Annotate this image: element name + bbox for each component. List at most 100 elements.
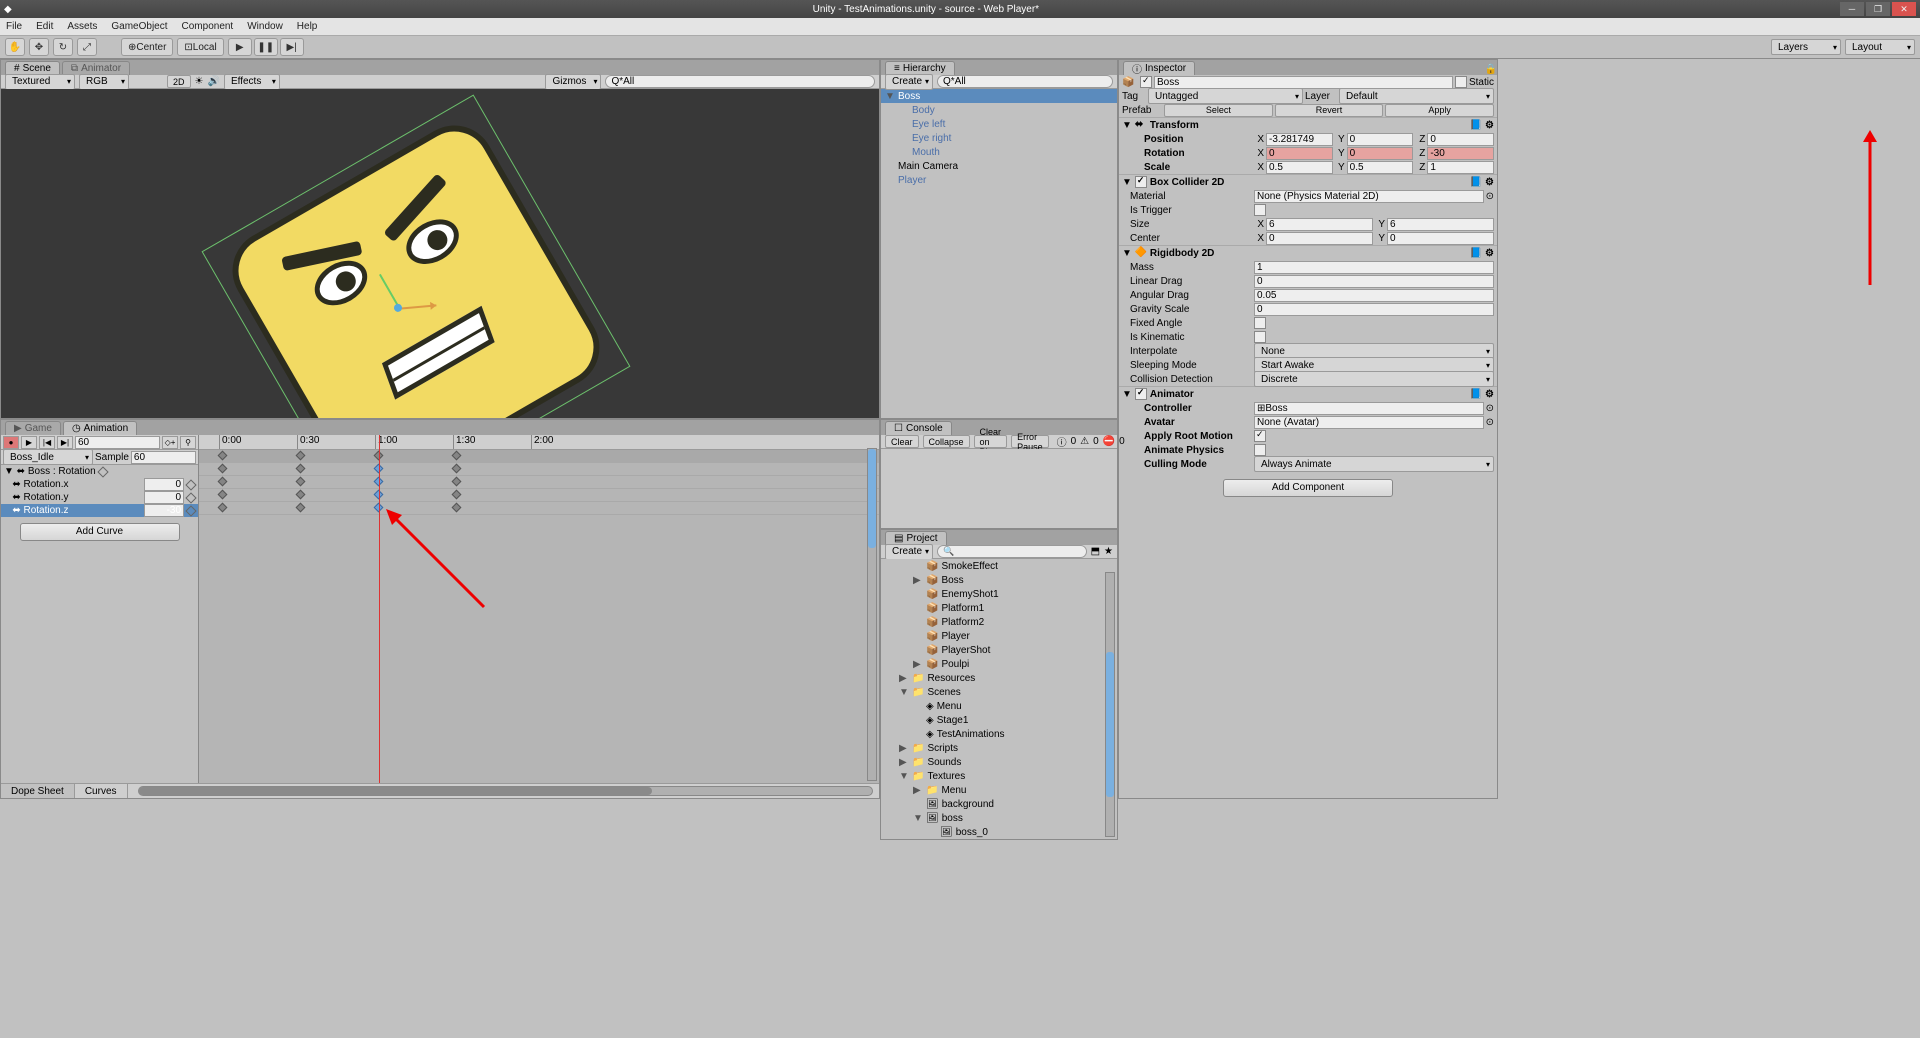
hierarchy-item[interactable]: Mouth: [881, 145, 1117, 159]
layers-dropdown[interactable]: Layers: [1771, 39, 1841, 55]
project-search[interactable]: 🔍: [937, 545, 1087, 558]
boxcollider-component-header[interactable]: ▼ Box Collider 2D📘⚙: [1119, 174, 1497, 189]
menu-edit[interactable]: Edit: [36, 21, 53, 32]
menu-help[interactable]: Help: [297, 21, 318, 32]
scene-search[interactable]: Q*All: [605, 75, 875, 88]
close-button[interactable]: ✕: [1892, 2, 1916, 16]
cullingmode-dropdown[interactable]: Always Animate: [1254, 456, 1494, 472]
angulardrag-field[interactable]: 0.05: [1254, 289, 1494, 302]
project-item[interactable]: 📦Platform2: [881, 615, 1117, 629]
hierarchy-item[interactable]: ▼Boss: [881, 89, 1117, 103]
keyframe[interactable]: [296, 451, 306, 461]
shading-dropdown[interactable]: Textured: [5, 74, 75, 90]
project-item[interactable]: ◈Stage1: [881, 713, 1117, 727]
minimize-button[interactable]: ─: [1840, 2, 1864, 16]
animation-property[interactable]: ⬌ Rotation.z-30: [1, 504, 198, 517]
material-field[interactable]: None (Physics Material 2D): [1254, 190, 1484, 203]
timeline-vscrollbar[interactable]: [867, 448, 877, 781]
keyframe[interactable]: [218, 464, 228, 474]
size-x-field[interactable]: 6: [1266, 218, 1373, 231]
tab-scene[interactable]: # Scene: [5, 61, 60, 75]
project-item[interactable]: ▶📁Sounds: [881, 755, 1117, 769]
project-item[interactable]: 📦Platform1: [881, 601, 1117, 615]
timeline-hscrollbar[interactable]: [138, 786, 873, 796]
project-item[interactable]: 🖼background: [881, 797, 1117, 811]
curves-tab[interactable]: Curves: [75, 784, 128, 798]
light-icon[interactable]: ☀: [195, 76, 204, 87]
boss-sprite[interactable]: [218, 111, 614, 418]
project-vscrollbar[interactable]: [1105, 572, 1115, 837]
project-item[interactable]: ▼📁Textures: [881, 769, 1117, 783]
keyframe[interactable]: [452, 477, 462, 487]
menu-file[interactable]: File: [6, 21, 22, 32]
prev-key-button[interactable]: |◀: [39, 436, 55, 449]
project-item[interactable]: 📦SmokeEffect: [881, 559, 1117, 573]
move-tool-button[interactable]: ✥: [29, 38, 49, 56]
project-item[interactable]: ◈Menu: [881, 699, 1117, 713]
keyframe[interactable]: [218, 490, 228, 500]
prefab-apply-button[interactable]: Apply: [1385, 104, 1494, 117]
tab-inspector[interactable]: ⓘ Inspector: [1123, 61, 1195, 75]
warn-count-icon[interactable]: ⚠: [1080, 436, 1089, 447]
console-clearonplay-button[interactable]: Clear on Play: [974, 435, 1008, 448]
position-x-field[interactable]: -3.281749: [1266, 133, 1333, 146]
add-key-button[interactable]: ◇+: [162, 436, 178, 449]
hierarchy-item[interactable]: Eye right: [881, 131, 1117, 145]
play-button[interactable]: ▶: [228, 38, 252, 56]
rotation-y-field[interactable]: 0: [1347, 147, 1414, 160]
add-curve-button[interactable]: Add Curve: [20, 523, 180, 541]
render-dropdown[interactable]: RGB: [79, 74, 129, 90]
pivot-local-toggle[interactable]: ⊡ Local: [177, 38, 223, 56]
gravityscale-field[interactable]: 0: [1254, 303, 1494, 316]
hierarchy-item[interactable]: Player: [881, 173, 1117, 187]
scale-y-field[interactable]: 0.5: [1347, 161, 1414, 174]
project-item[interactable]: ▶📦Boss: [881, 573, 1117, 587]
lock-icon[interactable]: 🔒: [1485, 64, 1497, 75]
2d-toggle[interactable]: 2D: [167, 75, 191, 88]
hierarchy-item[interactable]: Eye left: [881, 117, 1117, 131]
boxcollider-enabled-checkbox[interactable]: [1135, 176, 1147, 188]
project-item[interactable]: ▶📁Resources: [881, 671, 1117, 685]
collisiondetection-dropdown[interactable]: Discrete: [1254, 371, 1494, 387]
size-y-field[interactable]: 6: [1387, 218, 1494, 231]
animator-component-header[interactable]: ▼ Animator📘⚙: [1119, 386, 1497, 401]
error-count-icon[interactable]: ⛔: [1103, 436, 1115, 447]
pivot-center-toggle[interactable]: ⊕ Center: [121, 38, 173, 56]
project-item[interactable]: ▶📁Menu: [881, 783, 1117, 797]
audio-icon[interactable]: 🔊: [207, 76, 219, 87]
project-item[interactable]: ▶📦Poulpi: [881, 657, 1117, 671]
tab-animation[interactable]: ◷ Animation: [63, 421, 137, 435]
console-errorpause-button[interactable]: Error Pause: [1011, 435, 1049, 448]
keyframe[interactable]: [296, 477, 306, 487]
hierarchy-item[interactable]: Main Camera: [881, 159, 1117, 173]
scale-z-field[interactable]: 1: [1427, 161, 1494, 174]
maximize-button[interactable]: ❐: [1866, 2, 1890, 16]
iskinematic-checkbox[interactable]: [1254, 331, 1266, 343]
fixedangle-checkbox[interactable]: [1254, 317, 1266, 329]
gizmos-dropdown[interactable]: Gizmos: [545, 74, 601, 90]
object-picker-icon[interactable]: ⊙: [1486, 191, 1494, 202]
prefab-revert-button[interactable]: Revert: [1275, 104, 1384, 117]
help-icon[interactable]: 📘: [1470, 120, 1482, 131]
gear-icon[interactable]: ⚙: [1485, 248, 1494, 259]
menu-window[interactable]: Window: [247, 21, 283, 32]
keyframe[interactable]: [218, 503, 228, 513]
position-y-field[interactable]: 0: [1347, 133, 1414, 146]
next-key-button[interactable]: ▶|: [57, 436, 73, 449]
mass-field[interactable]: 1: [1254, 261, 1494, 274]
rootmotion-checkbox[interactable]: [1254, 430, 1266, 442]
clip-dropdown[interactable]: Boss_Idle: [3, 449, 93, 465]
keyframe[interactable]: [452, 490, 462, 500]
istrigger-checkbox[interactable]: [1254, 204, 1266, 216]
tab-hierarchy[interactable]: ≡ Hierarchy: [885, 61, 955, 75]
project-item[interactable]: 📦EnemyShot1: [881, 587, 1117, 601]
hierarchy-search[interactable]: Q*All: [937, 75, 1113, 88]
keyframe[interactable]: [452, 451, 462, 461]
playhead[interactable]: [379, 435, 380, 783]
hierarchy-create-dropdown[interactable]: Create: [885, 74, 933, 90]
layout-dropdown[interactable]: Layout: [1845, 39, 1915, 55]
enabled-checkbox[interactable]: [1140, 76, 1152, 88]
animation-property[interactable]: ⬌ Rotation.x0: [1, 478, 198, 491]
menu-component[interactable]: Component: [182, 21, 234, 32]
add-component-button[interactable]: Add Component: [1223, 479, 1393, 497]
